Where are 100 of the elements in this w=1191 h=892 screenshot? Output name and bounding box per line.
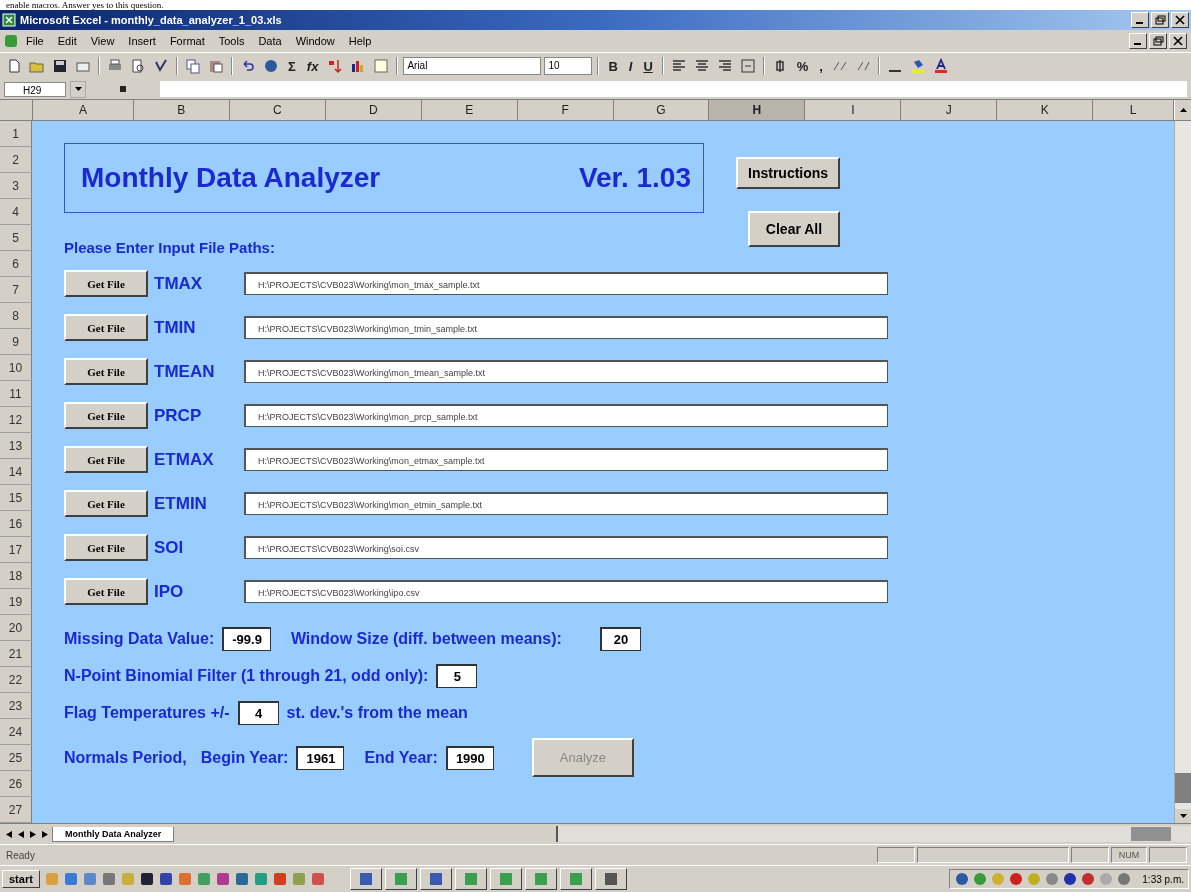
tray-icon[interactable] (1062, 871, 1079, 887)
minimize-button[interactable] (1129, 33, 1147, 49)
column-header[interactable]: J (901, 100, 998, 120)
file-path-field[interactable]: H:\PROJECTS\CVB023\Working\mon_etmin_sample.txt (244, 492, 888, 515)
close-button[interactable] (1169, 33, 1187, 49)
taskbar-button[interactable] (594, 868, 627, 890)
font-size-dropdown[interactable]: 10 (544, 57, 593, 75)
menu-item[interactable]: Format (163, 34, 211, 48)
get-file-button[interactable]: Get File (64, 358, 148, 385)
status-pane (1149, 847, 1187, 863)
function-button[interactable]: fx (302, 58, 323, 74)
app-title: Monthly Data Analyzer (81, 162, 381, 194)
column-header[interactable]: A (33, 100, 134, 120)
column-header[interactable]: D (325, 100, 422, 120)
start-button[interactable]: start (2, 870, 40, 888)
app-icon[interactable] (157, 871, 174, 887)
close-button[interactable] (1171, 12, 1189, 28)
get-file-button[interactable]: Get File (64, 402, 148, 429)
copy-icon[interactable] (183, 56, 203, 76)
status-pane (1071, 847, 1109, 863)
scroll-down-button[interactable] (1175, 809, 1191, 823)
sheet-tab[interactable]: Monthly Data Analyzer (52, 826, 175, 842)
get-file-button[interactable]: Get File (64, 490, 148, 517)
field-label: Missing Data Value: (64, 630, 215, 648)
file-path-field[interactable]: H:\PROJECTS\CVB023\Working\soi.csv (244, 536, 888, 559)
menu-item[interactable]: View (84, 34, 121, 48)
taskbar-button[interactable] (454, 868, 487, 890)
menu-item[interactable]: Edit (51, 34, 83, 48)
taskbar-button[interactable] (489, 868, 522, 890)
window-icon (532, 871, 549, 887)
window-icon (602, 871, 619, 887)
formula-field[interactable] (160, 81, 1187, 97)
font-dropdown[interactable]: Arial (403, 57, 542, 75)
get-file-button[interactable]: Get File (64, 270, 148, 297)
format-button[interactable]: B (604, 58, 622, 74)
file-path-field[interactable]: H:\PROJECTS\CVB023\Working\mon_tmin_sample.txt (244, 316, 888, 339)
tray-icon[interactable] (1080, 871, 1097, 887)
vertical-scrollbar[interactable] (1174, 121, 1191, 823)
taskbar-button[interactable] (524, 868, 557, 890)
status-text: Ready (5, 849, 35, 861)
taskbar-button[interactable] (559, 868, 592, 890)
input-field[interactable]: 5 (436, 664, 478, 688)
column-header[interactable]: E (421, 100, 518, 120)
menu-item[interactable]: File (20, 34, 50, 48)
horizontal-scrollbar[interactable] (556, 826, 1191, 842)
menu-item[interactable]: Insert (122, 34, 162, 48)
taskbar-button[interactable] (384, 868, 417, 890)
tray-icon[interactable] (954, 871, 971, 887)
window-icon (462, 871, 479, 887)
format-button[interactable]: U (639, 58, 657, 74)
input-field[interactable]: 1990 (445, 745, 494, 770)
window-title: Microsoft Excel - monthly_data_analyzer_1_03.xls (20, 14, 282, 26)
dropdown-button[interactable] (70, 80, 86, 98)
menu-item[interactable]: Help (342, 34, 378, 48)
tray-icon[interactable] (1008, 871, 1025, 887)
get-file-button[interactable]: Get File (64, 534, 148, 561)
window-icon (567, 871, 584, 887)
get-file-button[interactable]: Get File (64, 446, 148, 473)
caret-icon (74, 87, 82, 91)
file-path-field[interactable]: H:\PROJECTS\CVB023\Working\mon_etmax_sample.txt (244, 448, 888, 471)
clear-all-button[interactable]: Clear All (747, 211, 841, 247)
column-header[interactable]: C (229, 100, 326, 120)
number-format-button[interactable]: , (815, 58, 827, 74)
caret-icon (1179, 814, 1187, 818)
scroll-thumb[interactable] (1175, 773, 1191, 803)
window-icon (497, 871, 514, 887)
input-field[interactable]: 20 (599, 627, 641, 651)
window-icon (392, 871, 409, 887)
file-path-field[interactable]: H:\PROJECTS\CVB023\Working\mon_tmax_sample.txt (244, 272, 888, 295)
file-path-field[interactable]: H:\PROJECTS\CVB023\Working\ipo.csv (244, 580, 888, 603)
column-header[interactable]: K (997, 100, 1094, 120)
autosum-button[interactable]: Σ (284, 58, 300, 74)
taskbar-button[interactable] (419, 868, 452, 890)
app-icon[interactable] (138, 871, 155, 887)
file-path-field[interactable]: H:\PROJECTS\CVB023\Working\mon_prcp_sample.txt (244, 404, 888, 427)
column-header[interactable]: B (133, 100, 230, 120)
name-box[interactable]: H29 (4, 81, 66, 97)
menu-item[interactable]: Window (289, 34, 341, 48)
restore-button[interactable] (1149, 33, 1167, 49)
field-label: Begin Year: (200, 748, 289, 767)
file-path-field[interactable]: H:\PROJECTS\CVB023\Working\mon_tmean_sample.txt (244, 360, 888, 383)
minimize-button[interactable] (1131, 12, 1149, 28)
column-header[interactable]: I (805, 100, 902, 120)
number-format-button[interactable]: % (792, 58, 813, 74)
column-header[interactable]: H (709, 100, 806, 120)
column-header[interactable]: L (1093, 100, 1175, 120)
column-header[interactable]: F (517, 100, 614, 120)
input-field[interactable]: 4 (237, 701, 279, 725)
input-field[interactable]: 1961 (296, 745, 345, 770)
format-button[interactable]: I (624, 58, 637, 74)
menu-item[interactable]: Tools (212, 34, 251, 48)
taskbar-button[interactable] (349, 868, 382, 890)
file-label: TMEAN (154, 361, 216, 382)
instructions-button[interactable]: Instructions (736, 157, 841, 189)
input-field[interactable]: -99.9 (222, 627, 271, 651)
restore-button[interactable] (1151, 12, 1169, 28)
get-file-button[interactable]: Get File (64, 314, 148, 341)
tray-icon[interactable] (1116, 871, 1133, 887)
get-file-button[interactable]: Get File (64, 578, 148, 605)
menu-item[interactable]: Data (252, 34, 288, 48)
